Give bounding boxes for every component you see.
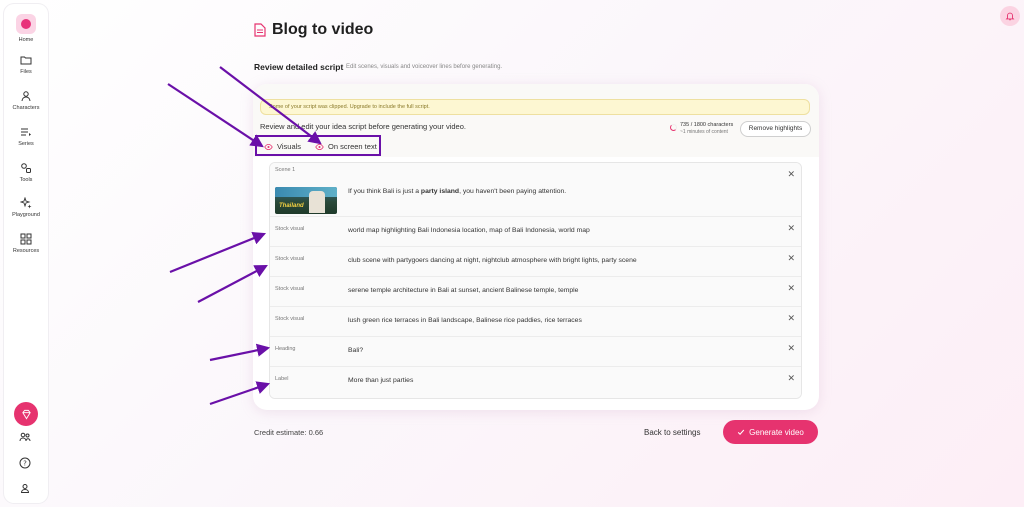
back-to-settings-button[interactable]: Back to settings (644, 428, 700, 437)
sidebar-item-playground[interactable]: Playground (4, 197, 48, 218)
thumbnail-text: Thailand (279, 203, 304, 209)
clipped-warning-banner: Some of your script was clipped. Upgrade… (260, 99, 810, 115)
scene-thumbnail[interactable]: Thailand (275, 187, 337, 214)
scene-row[interactable]: Scene 1 ✕ Thailand If you think Bali is … (270, 163, 801, 217)
notifications-button[interactable] (1000, 6, 1020, 26)
review-instructions: Review and edit your idea script before … (260, 122, 466, 131)
character-counter: 735 / 1800 characters ~1 minutes of cont… (670, 122, 733, 135)
row-text[interactable]: lush green rice terraces in Bali landsca… (348, 317, 582, 324)
sidebar: Home Files Characters Series Tools Playg… (4, 4, 48, 503)
grid-icon (20, 233, 32, 245)
help-icon[interactable]: ? (19, 457, 31, 469)
section-title: Review detailed script (254, 62, 344, 72)
account-icon[interactable] (19, 482, 31, 494)
svg-text:?: ? (23, 460, 27, 468)
sidebar-item-resources[interactable]: Resources (4, 233, 48, 254)
row-type: Label (275, 376, 289, 382)
visuals-toggle-label: Visuals (277, 142, 302, 151)
annotation-arrow (167, 83, 264, 148)
close-icon[interactable]: ✕ (787, 343, 795, 354)
close-icon[interactable]: ✕ (787, 253, 795, 264)
annotation-arrow (169, 232, 267, 274)
generate-video-button[interactable]: Generate video (723, 420, 818, 444)
sidebar-item-tools[interactable]: Tools (4, 162, 48, 183)
section-subtitle: Edit scenes, visuals and voiceover lines… (346, 64, 503, 70)
sidebar-item-label: Files (20, 69, 32, 75)
close-icon[interactable]: ✕ (787, 169, 795, 180)
gem-icon (21, 409, 31, 419)
sidebar-item-files[interactable]: Files (4, 54, 48, 75)
list-item[interactable]: Stock visual world map highlighting Bali… (270, 217, 801, 247)
sidebar-item-label: Playground (12, 212, 40, 218)
list-item[interactable]: Stock visual club scene with partygoers … (270, 247, 801, 277)
series-icon (21, 128, 31, 136)
scene-voiceover-text[interactable]: If you think Bali is just a party island… (348, 188, 566, 195)
home-icon (16, 14, 36, 34)
bell-icon (1005, 12, 1015, 21)
visuals-toggle[interactable]: Visuals (264, 142, 301, 151)
list-item[interactable]: Stock visual serene temple architecture … (270, 277, 801, 307)
sidebar-item-label: Series (18, 141, 34, 147)
close-icon[interactable]: ✕ (787, 283, 795, 294)
upgrade-button[interactable] (14, 402, 38, 426)
close-icon[interactable]: ✕ (787, 373, 795, 384)
script-review-card: Some of your script was clipped. Upgrade… (253, 84, 819, 410)
row-type: Stock visual (275, 286, 305, 292)
remove-highlights-button[interactable]: Remove highlights (740, 121, 811, 137)
generate-video-label: Generate video (749, 427, 804, 437)
row-text[interactable]: More than just parties (348, 377, 413, 384)
card-header: Some of your script was clipped. Upgrade… (253, 84, 819, 157)
credit-estimate: Credit estimate: 0.66 (254, 428, 324, 437)
close-icon[interactable]: ✕ (787, 223, 795, 234)
row-type: Heading (275, 346, 296, 352)
page-title-text: Blog to video (272, 21, 374, 38)
row-text[interactable]: world map highlighting Bali Indonesia lo… (348, 227, 590, 234)
sidebar-item-label: Characters (12, 105, 40, 111)
sidebar-item-characters[interactable]: Characters (4, 90, 48, 111)
tools-icon (21, 163, 31, 173)
row-type: Stock visual (275, 256, 305, 262)
row-type: Stock visual (275, 226, 305, 232)
close-icon[interactable]: ✕ (787, 313, 795, 324)
scene-list: Scene 1 ✕ Thailand If you think Bali is … (269, 162, 802, 399)
folder-icon (20, 56, 32, 65)
scene-label: Scene 1 (275, 167, 296, 173)
eye-icon (315, 143, 324, 150)
sidebar-item-label: Tools (19, 177, 33, 183)
list-item[interactable]: Label More than just parties ✕ (270, 367, 801, 398)
check-icon (737, 429, 745, 435)
list-item[interactable]: Heading Bali? ✕ (270, 337, 801, 367)
list-item[interactable]: Stock visual lush green rice terraces in… (270, 307, 801, 337)
row-type: Stock visual (275, 316, 305, 322)
on-screen-text-toggle[interactable]: On screen text (315, 142, 377, 151)
sidebar-item-series[interactable]: Series (4, 126, 48, 147)
sparkle-icon (20, 197, 32, 209)
on-screen-text-toggle-label: On screen text (328, 142, 377, 151)
page-title: Blog to video (254, 21, 373, 39)
row-text[interactable]: Bali? (348, 347, 363, 354)
progress-ring-icon (670, 124, 677, 131)
content-length: ~1 minutes of content (680, 129, 728, 135)
document-icon (254, 23, 266, 37)
sidebar-item-label: Resources (12, 248, 40, 254)
sidebar-item-label: Home (18, 37, 34, 43)
character-count: 735 / 1800 characters (680, 122, 734, 128)
person-icon (21, 91, 31, 102)
toggle-group: Visuals On screen text (255, 135, 381, 156)
eye-icon (264, 143, 273, 150)
sidebar-item-home[interactable]: Home (4, 14, 48, 43)
row-text[interactable]: club scene with partygoers dancing at ni… (348, 257, 637, 264)
row-text[interactable]: serene temple architecture in Bali at su… (348, 287, 578, 294)
team-icon[interactable] (19, 431, 31, 443)
